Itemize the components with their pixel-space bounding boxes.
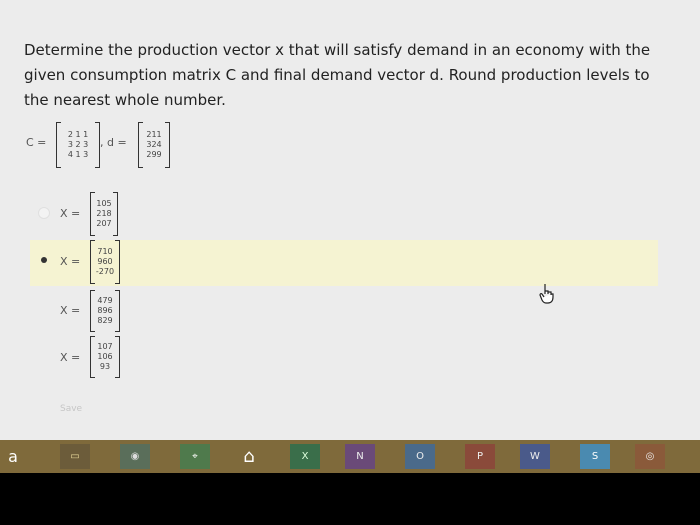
answer-option-3[interactable]: X = 479 896 829 [30,288,658,334]
screen: Determine the production vector x that w… [0,0,700,440]
option-label: X = [60,351,81,364]
option-entry: -270 [95,267,115,276]
option-entry: 218 [96,209,112,218]
option-vector: 107 106 93 [90,336,120,378]
option-label: X = [60,304,81,317]
option-entry: 479 [97,296,113,305]
vector-d-entry: 211 [146,130,162,139]
option-entry: 207 [96,219,112,228]
matrix-c: 2 1 1 3 2 3 4 1 3 [56,122,100,168]
d-label: , d = [100,136,127,149]
option-vector: 105 218 207 [90,192,118,236]
excel-icon[interactable]: X [290,444,320,469]
option-entry: 710 [97,247,113,256]
onenote-icon[interactable]: N [345,444,375,469]
maps-icon[interactable]: ⌖ [180,444,210,469]
home-icon[interactable]: ⌂ [234,444,264,469]
vector-d: 211 324 299 [138,122,170,168]
radio-button[interactable] [38,207,50,219]
matrix-c-row: 2 1 1 [67,130,89,139]
option-label: X = [60,255,81,268]
option-entry: 106 [97,352,113,361]
amazon-icon[interactable]: a [2,444,24,469]
option-entry: 107 [97,342,113,351]
answer-option-4[interactable]: X = 107 106 93 [30,334,658,380]
option-entry: 829 [97,316,113,325]
option-entry: 896 [97,306,113,315]
option-entry: 105 [96,199,112,208]
option-vector: 710 960 -270 [90,240,120,284]
matrix-c-row: 3 2 3 [67,140,89,149]
camera-icon[interactable]: ◎ [635,444,665,469]
option-entry: 93 [99,362,111,371]
option-entry: 960 [97,257,113,266]
answer-option-2[interactable]: X = 710 960 -270 [30,240,658,286]
option-label: X = [60,207,81,220]
skype-icon[interactable]: S [580,444,610,469]
radio-button-selected[interactable] [41,257,47,263]
outlook-icon[interactable]: O [405,444,435,469]
matrix-c-row: 4 1 3 [67,150,89,159]
word-icon[interactable]: W [520,444,550,469]
vector-d-entry: 299 [146,150,162,159]
option-vector: 479 896 829 [90,290,120,332]
save-button[interactable]: Save [60,404,82,414]
answer-option-1[interactable]: X = 105 218 207 [30,192,658,238]
chrome-icon[interactable]: ◉ [120,444,150,469]
folder-icon[interactable]: ▭ [60,444,90,469]
hand-cursor-icon [539,284,554,304]
taskbar: a ▭ ◉ ⌖ ⌂ X N O P W S ◎ [0,440,700,473]
vector-d-entry: 324 [146,140,162,149]
c-label: C = [26,136,47,149]
powerpoint-icon[interactable]: P [465,444,495,469]
question-text: Determine the production vector x that w… [24,41,651,109]
